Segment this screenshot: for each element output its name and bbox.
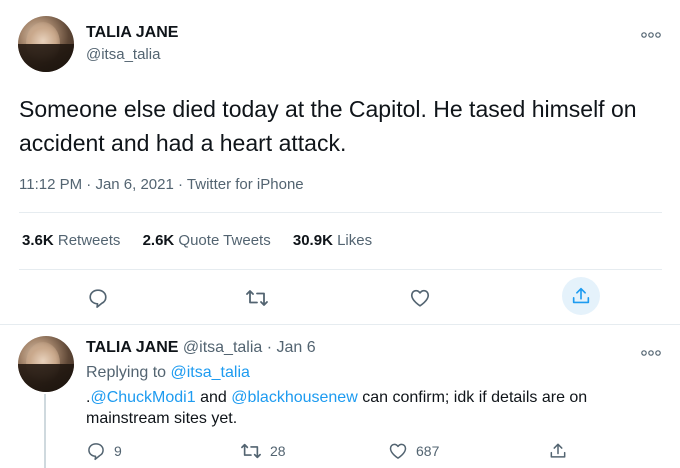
tweet-time[interactable]: 11:12 PM xyxy=(19,176,82,193)
avatar[interactable] xyxy=(18,16,74,72)
divider xyxy=(19,269,662,270)
share-icon xyxy=(550,443,566,458)
reply-count: 9 xyxy=(114,443,122,459)
like-icon xyxy=(389,443,407,459)
retweet-count: 28 xyxy=(270,443,286,459)
more-icon[interactable] xyxy=(641,26,661,42)
tweet-date[interactable]: Jan 6, 2021 xyxy=(95,176,173,193)
share-button[interactable] xyxy=(562,277,600,315)
reply-header: TALIA JANE @itsa_talia · Jan 6 xyxy=(86,339,316,356)
mention-link[interactable]: @blackhousenew xyxy=(231,389,358,406)
tweet-text: Someone else died today at the Capitol. … xyxy=(19,96,637,156)
thread-line xyxy=(44,394,46,468)
like-count: 687 xyxy=(416,443,440,459)
reply-handle[interactable]: @itsa_talia xyxy=(183,339,262,356)
like-button[interactable] xyxy=(402,280,438,316)
tweet-source[interactable]: Twitter for iPhone xyxy=(187,176,304,193)
quote-tweets-stat[interactable]: 2.6K Quote Tweets xyxy=(143,232,271,249)
reply-button[interactable] xyxy=(80,280,116,316)
retweets-stat[interactable]: 3.6K Retweets xyxy=(22,232,120,249)
more-icon[interactable] xyxy=(641,344,661,360)
divider xyxy=(19,212,662,213)
author-handle[interactable]: @itsa_talia xyxy=(86,46,160,63)
retweet-button[interactable] xyxy=(239,280,275,316)
tweet-meta: 11:12 PM · Jan 6, 2021 · Twitter for iPh… xyxy=(19,176,304,193)
reply-reply-button[interactable]: 9 xyxy=(86,441,122,461)
reply-like-button[interactable]: 687 xyxy=(388,441,439,461)
mention-link[interactable]: @ChuckModi1 xyxy=(90,389,195,406)
reply-author-name[interactable]: TALIA JANE xyxy=(86,339,178,356)
replying-to-link[interactable]: @itsa_talia xyxy=(171,364,250,381)
retweet-icon xyxy=(246,290,268,306)
divider xyxy=(0,324,680,325)
tweet-stats: 3.6K Retweets 2.6K Quote Tweets 30.9K Li… xyxy=(22,232,390,249)
author-name[interactable]: TALIA JANE xyxy=(86,24,178,42)
reply-date[interactable]: Jan 6 xyxy=(277,339,316,356)
reply-text: .@ChuckModi1 and @blackhousenew can conf… xyxy=(86,389,588,427)
reply-icon xyxy=(89,289,107,308)
reply-retweet-button[interactable]: 28 xyxy=(240,441,286,461)
reply-share-button[interactable] xyxy=(548,441,576,461)
likes-stat[interactable]: 30.9K Likes xyxy=(293,232,372,249)
like-icon xyxy=(410,289,430,307)
avatar[interactable] xyxy=(18,336,74,392)
reply-icon xyxy=(88,443,104,461)
retweet-icon xyxy=(241,443,261,459)
share-icon xyxy=(572,287,590,304)
replying-to: Replying to @itsa_talia xyxy=(86,364,250,381)
